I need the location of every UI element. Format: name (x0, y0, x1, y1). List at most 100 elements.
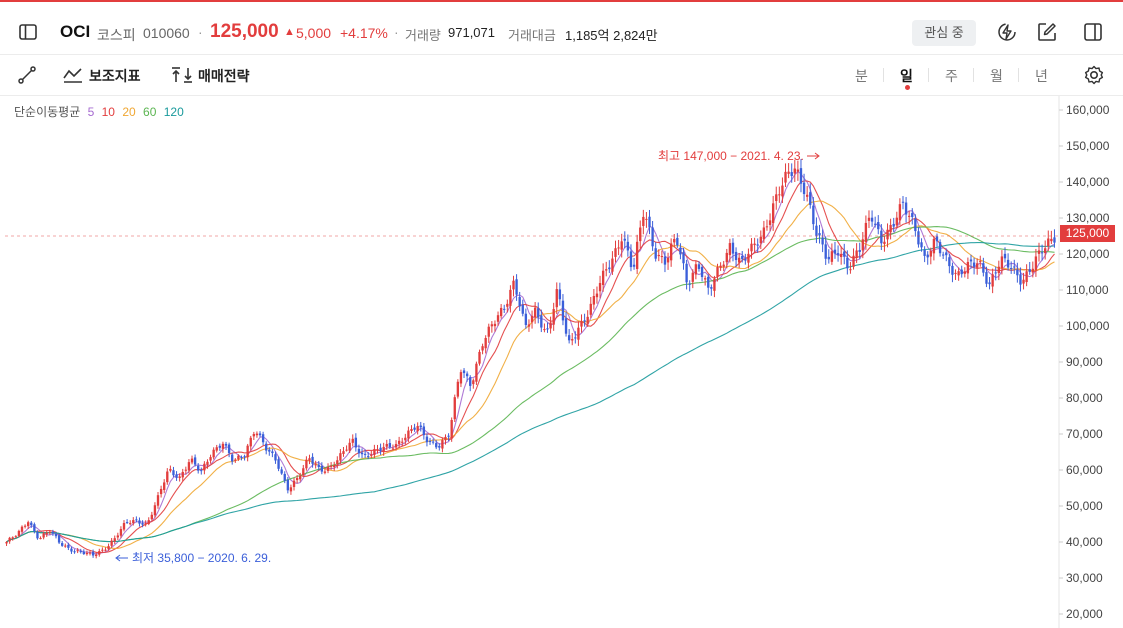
candle-body (107, 546, 110, 550)
gear-icon[interactable] (1083, 64, 1105, 86)
layout-icon[interactable] (1083, 22, 1103, 42)
candle-body (849, 269, 852, 271)
candle-body (237, 455, 240, 460)
candle-body (1000, 256, 1004, 269)
line-draw-icon[interactable] (17, 65, 37, 85)
period-year-tab[interactable]: 년 (1035, 66, 1048, 86)
candle-body (623, 238, 626, 241)
y-tick-label: 50,000 (1066, 499, 1103, 513)
candle-body (880, 230, 883, 244)
candle-body (938, 242, 942, 254)
candle-body (85, 552, 89, 555)
candle-body (775, 194, 778, 202)
candle-body (48, 531, 51, 533)
y-tick-label: 160,000 (1066, 103, 1110, 117)
price-chart[interactable]: 160,000 150,000 140,000 130,000 120,000 110,0… (0, 96, 1123, 628)
candle-body (617, 247, 620, 249)
strategy-icon[interactable] (170, 65, 194, 85)
candle-body (475, 363, 478, 382)
candle-body (265, 443, 268, 451)
candle-body (30, 522, 33, 526)
candle-body (308, 458, 311, 461)
candle-body (404, 437, 407, 441)
candle-body (401, 441, 404, 443)
period-month-tab[interactable]: 월 (990, 66, 1003, 86)
candle-body (104, 549, 107, 551)
candle-body (561, 300, 565, 321)
candle-body (839, 253, 843, 258)
indicator-button[interactable]: 보조지표 (89, 66, 141, 86)
price-change-percent: +4.17% (340, 25, 388, 41)
candle-body (5, 542, 8, 544)
candle-body (923, 249, 926, 256)
candle-body (883, 241, 886, 244)
candle-body (246, 445, 249, 458)
candle-body (694, 264, 698, 275)
candle-body (564, 318, 568, 334)
period-week-tab[interactable]: 주 (945, 66, 958, 86)
candle-body (997, 266, 1000, 273)
candle-body (397, 440, 401, 444)
candle-body (36, 531, 39, 539)
candle-body (339, 453, 342, 461)
candle-body (156, 495, 160, 506)
candle-body (855, 250, 858, 258)
candle-body (110, 540, 113, 546)
y-tick-label: 120,000 (1066, 247, 1110, 261)
candle-body (651, 227, 654, 247)
candle-body (98, 551, 101, 555)
candle-body (898, 204, 902, 221)
indicator-icon[interactable] (62, 65, 84, 85)
candle-body (314, 464, 317, 466)
candle-body (537, 308, 540, 318)
candle-body (302, 468, 305, 475)
candle-body (61, 543, 64, 546)
candle-body (181, 471, 184, 478)
lightning-icon[interactable] (996, 21, 1018, 43)
candle-body (574, 337, 577, 339)
candle-body (809, 192, 812, 205)
candle-body (218, 445, 222, 448)
candle-body (753, 243, 756, 246)
candle-body (917, 231, 920, 245)
y-tick-label: 20,000 (1066, 607, 1103, 621)
candle-body (818, 233, 821, 236)
candle-body (805, 194, 809, 197)
candle-body (639, 227, 642, 242)
candle-body (762, 227, 766, 240)
candle-body (700, 267, 704, 278)
candle-body (172, 470, 175, 476)
candle-body (465, 373, 469, 377)
y-tick-label: 80,000 (1066, 391, 1103, 405)
candle-body (351, 438, 354, 443)
candle-body (490, 324, 494, 327)
candle-body (14, 536, 17, 538)
stock-name: OCI (60, 22, 91, 41)
candle-body (323, 471, 327, 473)
candle-body (132, 520, 135, 524)
candle-body (166, 471, 169, 483)
sidebar-toggle-icon[interactable] (18, 22, 38, 42)
edit-icon[interactable] (1036, 21, 1058, 43)
candle-body (682, 252, 685, 264)
strategy-button[interactable]: 매매전략 (198, 66, 250, 86)
candle-body (506, 303, 509, 307)
candle-body (957, 271, 960, 276)
candle-body (317, 464, 320, 468)
candle-body (635, 241, 639, 269)
watchlist-button[interactable]: 관심 중 (912, 20, 976, 46)
candle-body (249, 437, 252, 447)
candle-body (960, 269, 963, 275)
candle-body (456, 381, 460, 397)
active-period-dot (905, 85, 910, 90)
candle-body (215, 447, 218, 451)
y-tick-label: 30,000 (1066, 571, 1103, 585)
y-tick-label: 100,000 (1066, 319, 1110, 333)
period-minute-tab[interactable]: 분 (855, 66, 868, 86)
candle-body (1016, 269, 1019, 276)
candle-body (719, 265, 722, 268)
candle-body (543, 329, 546, 331)
period-day-tab[interactable]: 일 (900, 66, 913, 86)
candle-body (209, 457, 212, 461)
candle-body (870, 217, 874, 222)
